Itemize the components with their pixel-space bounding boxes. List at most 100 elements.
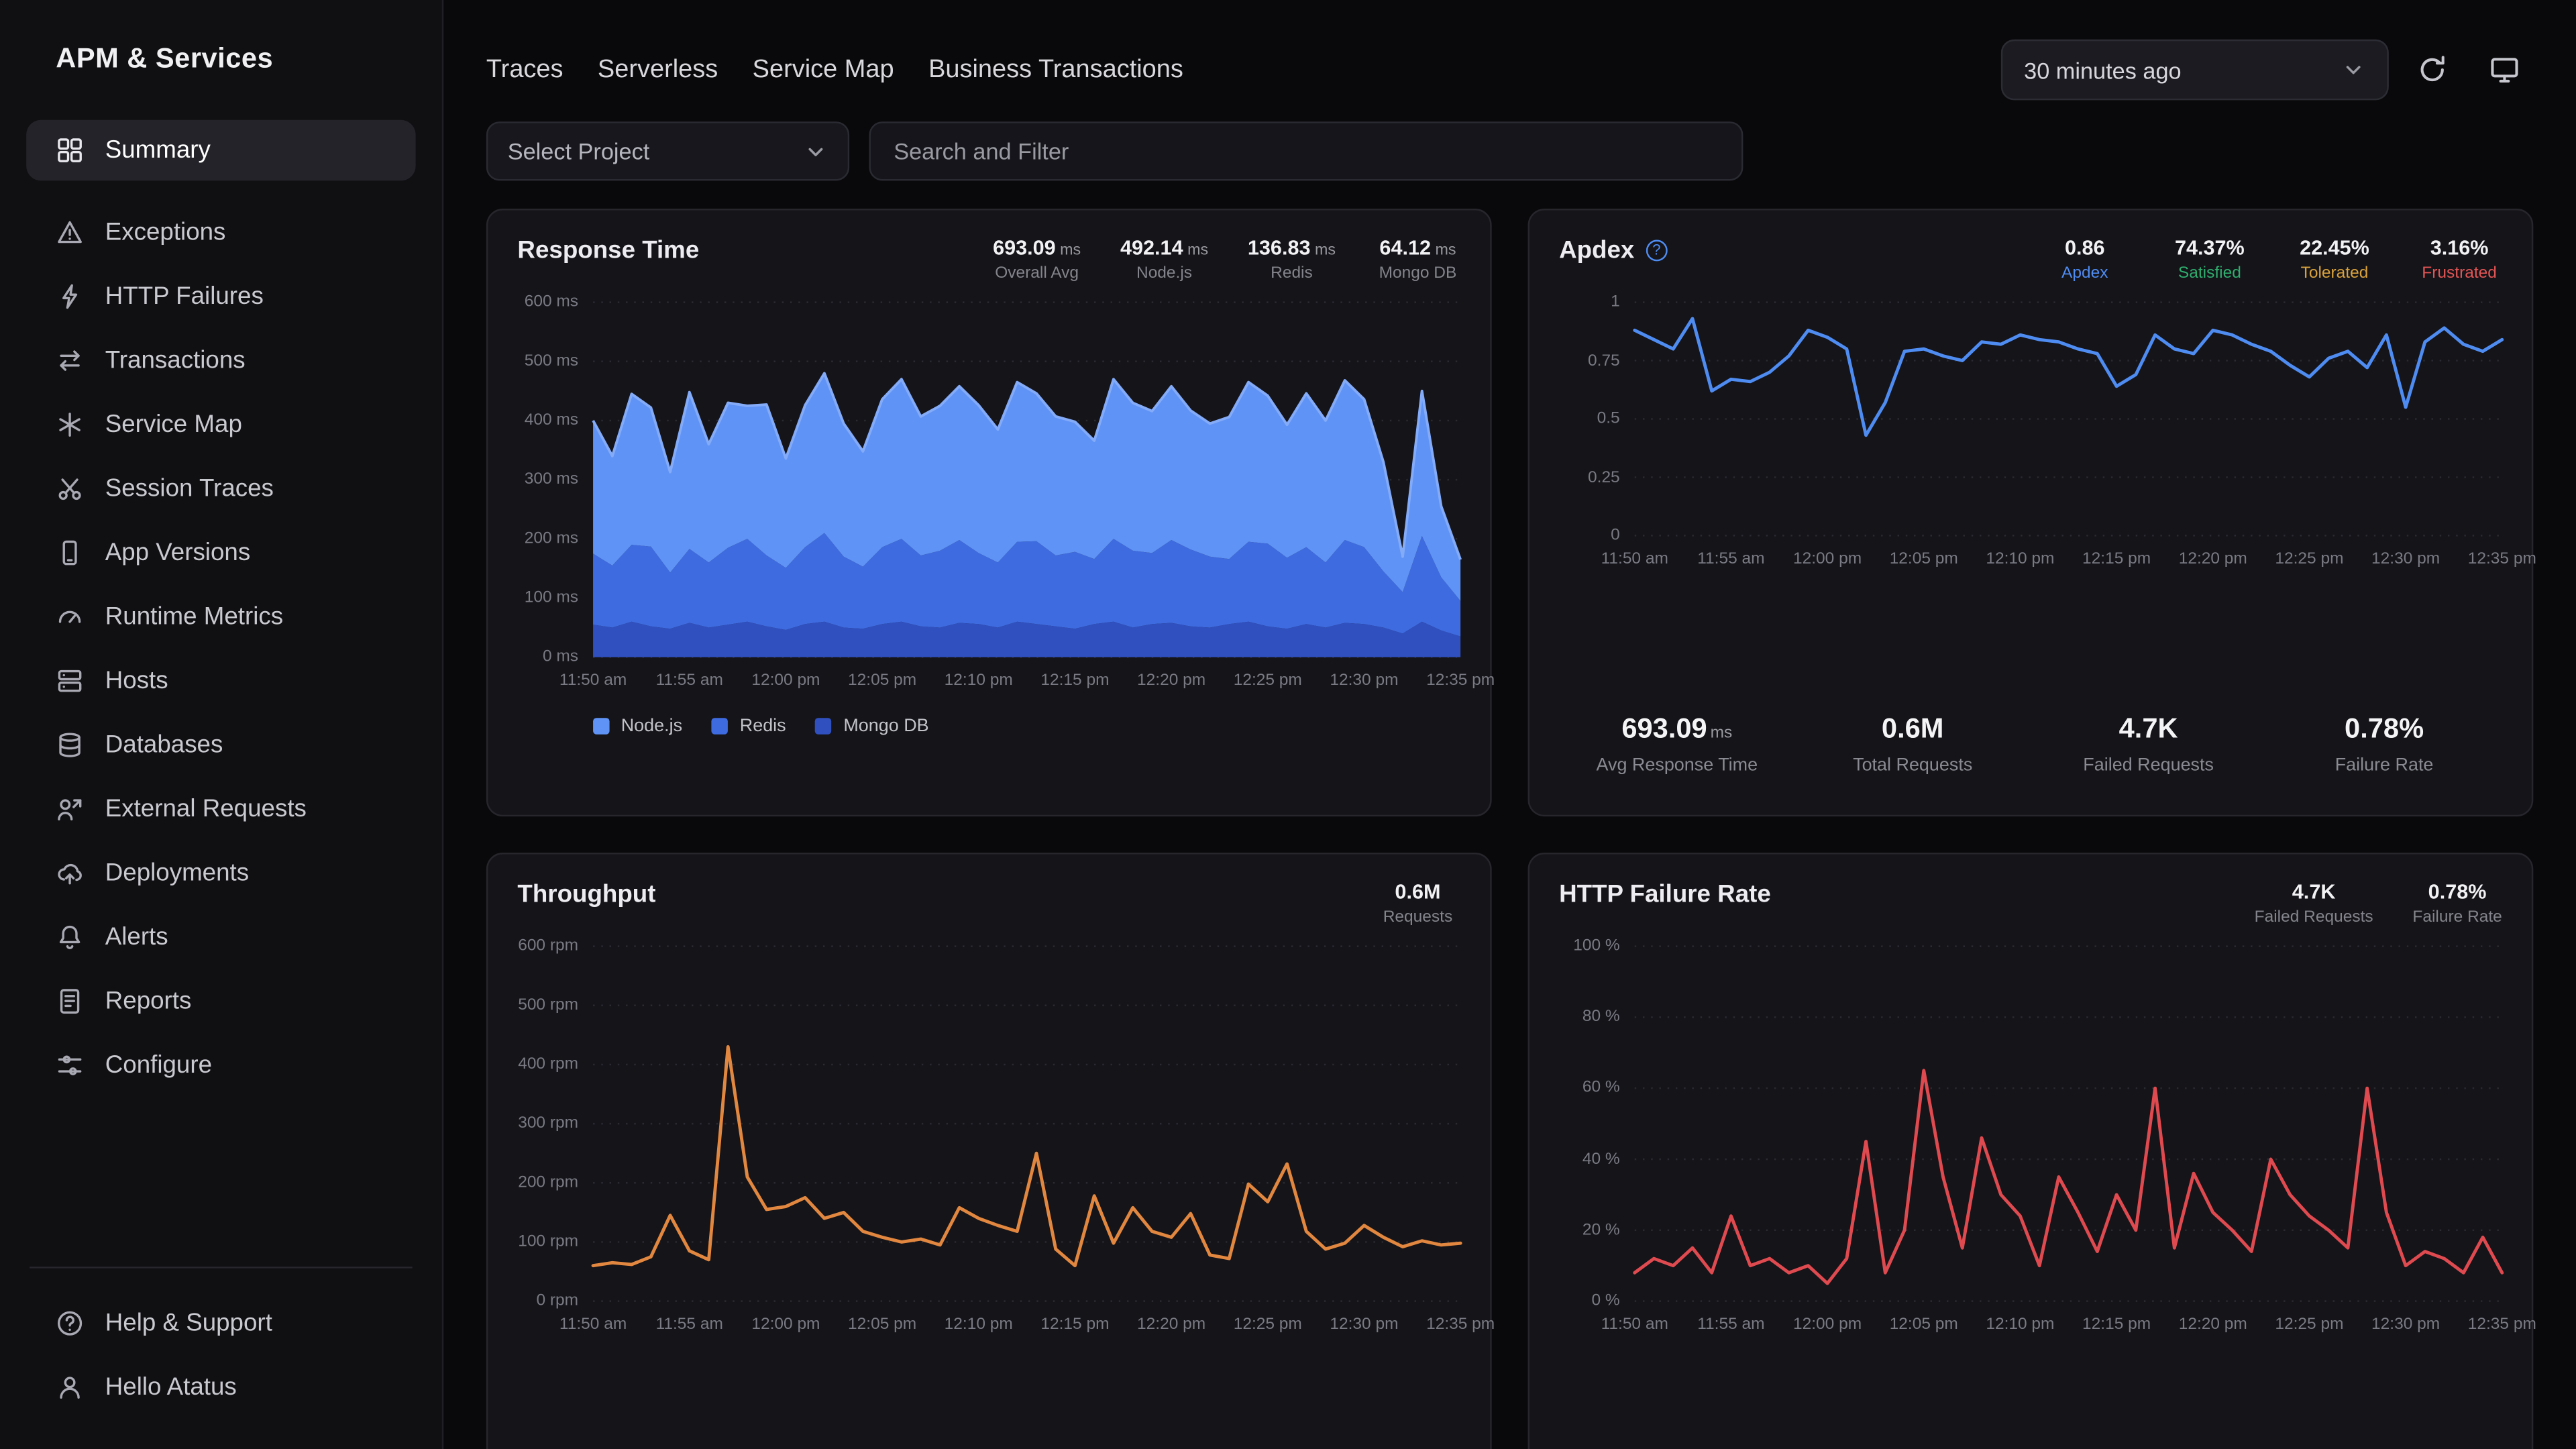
chevron-down-icon xyxy=(804,139,828,164)
sidebar-item-label: Help & Support xyxy=(105,1309,272,1338)
tab-service-map[interactable]: Service Map xyxy=(753,55,894,85)
throughput-title: Throughput xyxy=(517,881,655,909)
response-time-stats: 693.09 msOverall Avg492.14 msNode.js136.… xyxy=(993,237,1460,283)
apdex-title: Apdex xyxy=(1559,237,1634,265)
legend-swatch xyxy=(593,718,609,734)
chevron-down-icon xyxy=(2341,58,2366,83)
x-axis-label: 12:10 pm xyxy=(1986,1316,2054,1334)
stat-mongo-db: 64.12 msMongo DB xyxy=(1375,237,1460,283)
asterisk-icon xyxy=(56,411,84,439)
x-axis-label: 12:35 pm xyxy=(1426,1316,1495,1334)
sidebar-divider xyxy=(30,1267,413,1268)
sidebar-item-label: Configure xyxy=(105,1051,212,1079)
x-axis: 11:50 am11:55 am12:00 pm12:05 pm12:10 pm… xyxy=(593,672,1460,695)
x-axis: 11:50 am11:55 am12:00 pm12:05 pm12:10 pm… xyxy=(1635,550,2502,573)
sidebar-item-reports[interactable]: Reports xyxy=(26,971,415,1032)
stat-label: Mongo DB xyxy=(1375,264,1460,282)
user-icon xyxy=(56,1373,84,1401)
display-mode-button[interactable] xyxy=(2474,40,2533,99)
help-icon xyxy=(56,1309,84,1338)
refresh-button[interactable] xyxy=(2402,40,2461,99)
http-failure-rate-stats: 4.7KFailed Requests0.78%Failure Rate xyxy=(2255,881,2502,927)
summary-stat-label: Total Requests xyxy=(1795,756,2031,775)
sidebar-item-runtime-metrics[interactable]: Runtime Metrics xyxy=(26,586,415,647)
stat-value: 22.45% xyxy=(2292,237,2377,260)
sidebar-item-deployments[interactable]: Deployments xyxy=(26,843,415,904)
sidebar-item-session-traces[interactable]: Session Traces xyxy=(26,458,415,519)
sidebar-item-exceptions[interactable]: Exceptions xyxy=(26,202,415,263)
sidebar-item-app-versions[interactable]: App Versions xyxy=(26,523,415,584)
chart-plot-row: 0 rpm100 rpm200 rpm300 rpm400 rpm500 rpm… xyxy=(517,947,1460,1301)
x-axis-label: 11:50 am xyxy=(1601,1316,1668,1334)
response-time-legend: Node.js Redis Mongo DB xyxy=(593,716,1460,736)
sidebar-item-summary[interactable]: Summary xyxy=(26,120,415,181)
apdex-summary-stats: 693.09msAvg Response Time0.6MTotal Reque… xyxy=(1559,713,2502,775)
x-axis-label: 12:20 pm xyxy=(1137,1316,1205,1334)
stat-overall-avg: 693.09 msOverall Avg xyxy=(993,237,1081,283)
sidebar: APM & Services SummaryExceptionsHTTP Fai… xyxy=(0,0,443,1449)
legend-item-node-js[interactable]: Node.js xyxy=(593,716,682,736)
sidebar-item-label: Hosts xyxy=(105,667,168,695)
x-axis-label: 12:30 pm xyxy=(1330,1316,1398,1334)
main-content: Traces Serverless Service Map Business Tran… xyxy=(443,0,2576,1449)
stat-value: 74.37% xyxy=(2167,237,2252,260)
sidebar-item-external-requests[interactable]: External Requests xyxy=(26,779,415,840)
legend-label: Node.js xyxy=(621,716,682,736)
topbar-actions: 30 minutes ago xyxy=(2001,40,2533,101)
y-axis-label: 300 rpm xyxy=(518,1115,578,1133)
y-axis-label: 600 rpm xyxy=(518,937,578,955)
summary-stat-failure-rate: 0.78%Failure Rate xyxy=(2266,713,2502,775)
x-axis-label: 12:05 pm xyxy=(1890,550,1958,568)
sidebar-item-service-map[interactable]: Service Map xyxy=(26,394,415,455)
sidebar-item-label: Reports xyxy=(105,987,192,1016)
sidebar-item-label: Exceptions xyxy=(105,219,226,247)
tab-serverless[interactable]: Serverless xyxy=(598,55,718,85)
x-axis: 11:50 am11:55 am12:00 pm12:05 pm12:10 pm… xyxy=(1635,1316,2502,1339)
x-axis-label: 12:10 pm xyxy=(1986,550,2054,568)
response-time-title: Response Time xyxy=(517,237,699,265)
tab-business-transactions[interactable]: Business Transactions xyxy=(928,55,1183,85)
summary-stat-value: 0.6M xyxy=(1795,713,2031,746)
stat-node-js: 492.14 msNode.js xyxy=(1120,237,1208,283)
x-axis-label: 12:35 pm xyxy=(2468,1316,2536,1334)
sidebar-item-alerts[interactable]: Alerts xyxy=(26,907,415,968)
x-axis-label: 12:00 pm xyxy=(751,672,820,690)
summary-stat-value: 693.09ms xyxy=(1559,713,1794,746)
stat-label: Requests xyxy=(1375,908,1460,926)
warning-icon xyxy=(56,219,84,247)
stat-apdex: 0.86Apdex xyxy=(2042,237,2127,283)
sidebar-item-databases[interactable]: Databases xyxy=(26,714,415,775)
project-select-value: Select Project xyxy=(508,138,650,164)
tab-traces[interactable]: Traces xyxy=(486,55,564,85)
sidebar-item-hello-atatus[interactable]: Hello Atatus xyxy=(26,1357,415,1418)
x-axis-label: 12:00 pm xyxy=(1793,550,1862,568)
time-range-select[interactable]: 30 minutes ago xyxy=(2001,40,2389,101)
sidebar-item-http-failures[interactable]: HTTP Failures xyxy=(26,266,415,327)
search-input[interactable] xyxy=(869,121,1743,180)
sidebar-item-transactions[interactable]: Transactions xyxy=(26,330,415,391)
chart-plot-row: 0 %20 %40 %60 %80 %100 % xyxy=(1559,947,2502,1301)
sidebar-item-hosts[interactable]: Hosts xyxy=(26,651,415,712)
stat-label: Overall Avg xyxy=(993,264,1081,282)
y-axis-label: 200 rpm xyxy=(518,1174,578,1192)
sidebar-item-help-support[interactable]: Help & Support xyxy=(26,1293,415,1354)
summary-stat-value: 0.78% xyxy=(2266,713,2502,746)
legend-item-redis[interactable]: Redis xyxy=(712,716,786,736)
stat-label: Redis xyxy=(1248,264,1336,282)
legend-item-mongo-db[interactable]: Mongo DB xyxy=(816,716,929,736)
stat-label: Tolerated xyxy=(2292,264,2377,282)
y-axis-label: 0 ms xyxy=(543,648,578,666)
y-axis: 0 rpm100 rpm200 rpm300 rpm400 rpm500 rpm… xyxy=(517,947,593,1301)
sidebar-item-label: Session Traces xyxy=(105,475,274,503)
legend-label: Redis xyxy=(740,716,786,736)
apdex-chart: 00.250.50.75111:50 am11:55 am12:00 pm12:… xyxy=(1559,303,2502,574)
grid-icon xyxy=(56,136,84,164)
project-select[interactable]: Select Project xyxy=(486,121,849,180)
sidebar-item-configure[interactable]: Configure xyxy=(26,1035,415,1096)
sidebar-item-label: Hello Atatus xyxy=(105,1373,237,1401)
sidebar-item-label: HTTP Failures xyxy=(105,282,264,311)
stat-requests: 0.6MRequests xyxy=(1375,881,1460,927)
x-axis-label: 12:15 pm xyxy=(2082,1316,2151,1334)
help-icon[interactable]: ? xyxy=(1646,240,1667,262)
y-axis-label: 400 ms xyxy=(525,411,578,429)
